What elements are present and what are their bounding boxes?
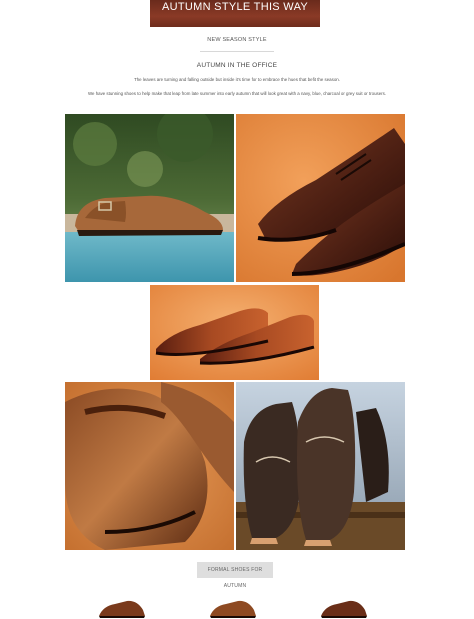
- section-headline: AUTUMN IN THE OFFICE: [196, 62, 278, 69]
- suede-monk-shoe-photo[interactable]: [65, 114, 234, 282]
- intro-paragraph-2: We have stunning shoes to help make that…: [87, 91, 387, 96]
- tan-oxford-shoe-photo[interactable]: [150, 285, 319, 380]
- burgundy-derby-shoe-photo[interactable]: [236, 114, 405, 282]
- intro-paragraph-1: The leaves are turning and falling outsi…: [134, 77, 340, 82]
- formal-shoes-button[interactable]: FORMAL SHOES FOR AUTUMN: [197, 562, 273, 589]
- black-brogue-shoe-photo[interactable]: [236, 382, 405, 550]
- brown-loafer-closeup-photo[interactable]: [65, 382, 234, 550]
- product-thumbnail[interactable]: [97, 596, 147, 619]
- divider: [200, 51, 274, 52]
- banner-title: AUTUMN STYLE THIS WAY: [150, 0, 320, 27]
- eyebrow-text: NEW SEASON STYLE: [207, 37, 267, 43]
- product-thumbnail[interactable]: [319, 596, 369, 619]
- product-thumbnail[interactable]: [208, 596, 258, 619]
